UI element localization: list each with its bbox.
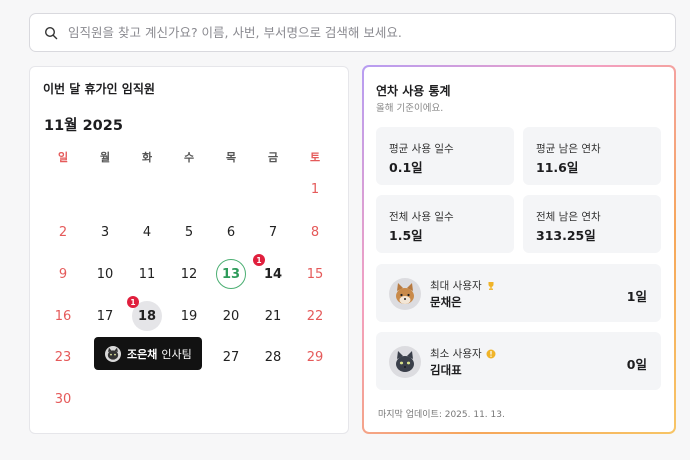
calendar-day-17[interactable]: 17 — [90, 301, 120, 331]
calendar-day-9[interactable]: 9 — [48, 259, 78, 289]
calendar-day-5[interactable]: 5 — [174, 217, 204, 247]
calendar-day-29[interactable]: 29 — [300, 342, 330, 372]
weekday-header: 화 — [141, 151, 153, 164]
calendar-day-16[interactable]: 16 — [48, 301, 78, 331]
stat-value: 1.5일 — [389, 228, 423, 243]
weekday-header: 수 — [183, 151, 195, 164]
weekday-header: 일 — [57, 151, 69, 164]
min-user-days: 0일 — [626, 357, 647, 372]
calendar-day-4[interactable]: 4 — [132, 217, 162, 247]
calendar-day-13[interactable]: 13 — [216, 259, 246, 289]
stats-subtitle: 올해 기준이에요. — [376, 103, 444, 114]
max-user-name: 문채은 — [430, 295, 462, 309]
weekday-header: 월 — [99, 151, 111, 164]
calendar-day-27[interactable]: 27 — [216, 342, 246, 372]
max-user-label: 최대 사용자 — [430, 278, 496, 293]
stat-label: 평균 남은 연차 — [536, 143, 601, 155]
avatar — [389, 346, 421, 378]
tooltip-name: 조은채 — [127, 347, 158, 361]
weekday-header: 토 — [309, 151, 321, 164]
employee-tooltip: 조은채 인사팀 — [94, 337, 202, 370]
stat-label: 전체 사용 일수 — [389, 211, 454, 223]
shiba-icon — [396, 283, 414, 304]
search-input[interactable] — [68, 25, 628, 40]
min-user-row: 최소 사용자 김대표 0일 — [376, 332, 661, 390]
month-label: 11월 2025 — [44, 118, 123, 134]
calendar-day-20[interactable]: 20 — [216, 301, 246, 331]
last-updated: 마지막 업데이트: 2025. 11. 13. — [378, 410, 505, 420]
stat-tile-avg-used: 평균 사용 일수 0.1일 — [376, 127, 514, 185]
stat-value: 313.25일 — [536, 228, 596, 243]
calendar-day-3[interactable]: 3 — [90, 217, 120, 247]
avatar — [389, 278, 421, 310]
cat-icon — [107, 347, 119, 360]
max-user-label-text: 최대 사용자 — [430, 280, 482, 292]
search-icon — [44, 26, 58, 39]
stat-tile-total-remaining: 전체 남은 연차 313.25일 — [523, 195, 661, 253]
cat-icon — [396, 351, 414, 372]
stat-value: 0.1일 — [389, 160, 423, 175]
min-user-label: 최소 사용자 — [430, 346, 496, 361]
calendar-day-8[interactable]: 8 — [300, 217, 330, 247]
max-user-row: 최대 사용자 문채은 1일 — [376, 264, 661, 322]
calendar-day-10[interactable]: 10 — [90, 259, 120, 289]
calendar-day-22[interactable]: 22 — [300, 301, 330, 331]
tooltip-dept: 인사팀 — [161, 347, 192, 361]
min-user-name: 김대표 — [430, 363, 462, 377]
max-user-days: 1일 — [626, 289, 647, 304]
trophy-icon — [488, 282, 494, 290]
calendar-day-11[interactable]: 11 — [132, 259, 162, 289]
weekday-header: 금 — [267, 151, 279, 164]
calendar-day-12[interactable]: 12 — [174, 259, 204, 289]
calendar-day-28[interactable]: 28 — [258, 342, 288, 372]
vacation-calendar-card: 이번 달 휴가인 임직원 11월 2025 일 월 화 수 목 금 토 1 2 3 4 5 6 7 8 9 10… — [29, 66, 349, 434]
stat-tile-avg-remaining: 평균 남은 연차 11.6일 — [523, 127, 661, 185]
weekday-header: 목 — [225, 151, 237, 164]
leave-count-badge: 1 — [127, 296, 139, 308]
avatar — [105, 345, 121, 362]
search-bar[interactable] — [29, 13, 676, 52]
calendar-title: 이번 달 휴가인 임직원 — [43, 82, 155, 96]
stat-label: 전체 남은 연차 — [536, 211, 601, 223]
calendar-day-23[interactable]: 23 — [48, 342, 78, 372]
calendar-day-21[interactable]: 21 — [258, 301, 288, 331]
stat-label: 평균 사용 일수 — [389, 143, 454, 155]
stats-title: 연차 사용 통계 — [376, 84, 451, 98]
calendar-day-6[interactable]: 6 — [216, 217, 246, 247]
calendar-day-1[interactable]: 1 — [300, 174, 330, 204]
min-user-label-text: 최소 사용자 — [430, 348, 482, 360]
info-icon — [486, 349, 496, 359]
leave-stats-card: 연차 사용 통계 올해 기준이에요. 평균 사용 일수 0.1일 평균 남은 연… — [362, 65, 676, 434]
stat-value: 11.6일 — [536, 160, 579, 175]
leave-count-badge: 1 — [253, 254, 265, 266]
calendar-day-2[interactable]: 2 — [48, 217, 78, 247]
calendar-day-19[interactable]: 19 — [174, 301, 204, 331]
stat-tile-total-used: 전체 사용 일수 1.5일 — [376, 195, 514, 253]
calendar-day-7[interactable]: 7 — [258, 217, 288, 247]
calendar-day-30[interactable]: 30 — [48, 384, 78, 414]
calendar-day-15[interactable]: 15 — [300, 259, 330, 289]
